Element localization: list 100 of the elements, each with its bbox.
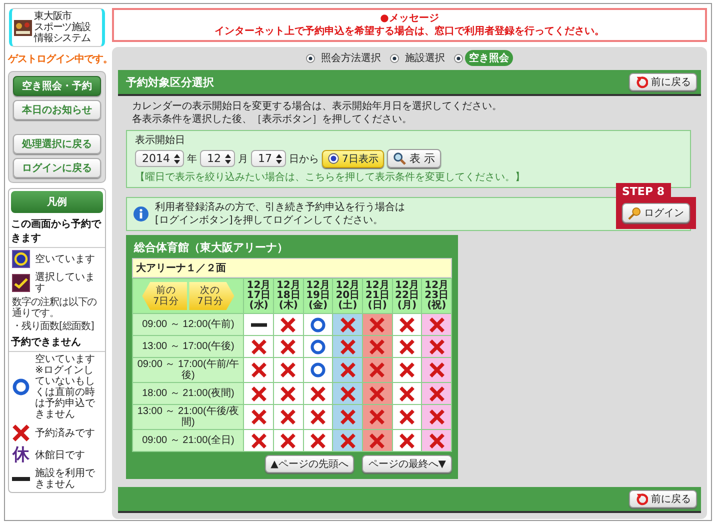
back-button[interactable]: 前に戻る [629,490,697,508]
guest-status: ゲストログイン中です。 [8,52,106,66]
legend-label: 予約済みです [35,428,95,438]
legend-title: 凡例 [11,191,103,213]
cross-icon [428,316,445,332]
room-label: 大アリーナ１／２面 [132,258,452,278]
login-button[interactable]: ログイン [622,203,690,223]
date-header: 12月 22日 (月) [392,278,422,314]
step-badge: STEP 8 [616,183,670,200]
cross-icon [340,316,356,332]
info-icon [133,206,149,222]
filter-link[interactable]: 【曜日で表示を絞り込みたい場合は、こちらを押して表示条件を変更してください。】 [135,170,682,184]
cross-icon [280,316,296,332]
selected-icon [12,274,30,292]
step-label: 施設選択 [404,52,446,66]
legend-label: 選択しています [35,272,96,294]
instruction-text: カレンダーの表示開始日を変更する場合は、表示開始年月日を選択してください。 [132,100,503,113]
cross-icon [340,338,356,354]
logo-text: 東大阪市 スポーツ施設 情報システム [34,11,90,44]
legend-note: 数字の注釈は以下の通りです。 [11,296,98,320]
legend-label: 空いています ※ログインしていないもしくは直前の時は予約申込できません [35,354,96,420]
cross-icon [428,432,445,448]
logo-icon [14,20,32,36]
page-bottom-button[interactable]: ページの最終へ▼ [362,455,452,473]
cross-icon [340,362,356,378]
cross-icon [428,386,445,402]
unit-label: 日から [289,152,319,166]
day-select[interactable]: 17 [251,150,286,167]
cross-icon [398,338,415,354]
dash-icon [250,322,267,326]
return-arrow-icon [635,492,648,506]
next-week-button[interactable]: 次の 7日分 [189,282,234,310]
cross-icon [340,409,356,425]
date-header: 12月 21日 (日) [362,278,392,314]
time-slot-label: 13:00 ～ 17:00(午後) [132,336,244,358]
cross-icon [369,432,386,448]
cross-icon [250,432,267,448]
notice-text: 利用者登録済みの方で、引き続き予約申込を行う場合は [ログインボタン]を押してログインしてください。 [155,201,406,227]
step-label: 空き照会 [465,50,513,66]
cross-icon [340,432,356,448]
step-label: 照会方法選択 [320,52,382,66]
cross-icon [369,362,386,378]
cross-icon [250,386,267,402]
time-slot-label: 18:00 ～ 21:00(夜間) [132,382,244,404]
month-select[interactable]: 12 [200,150,235,167]
cross-icon [280,338,296,354]
spinner-icon [225,154,231,164]
radio-icon [328,153,339,164]
bullet-icon [306,54,315,62]
availability-cell[interactable] [303,358,333,382]
time-slot-label: 09:00 ～ 12:00(午前) [132,314,244,336]
cross-icon [310,432,326,448]
page-top-button[interactable]: ▲ページの先頭へ [264,455,354,473]
cross-icon [369,409,386,425]
cross-icon [428,409,445,425]
cross-icon [369,338,386,354]
legend-note: ・残り面数[総面数] [11,320,95,333]
return-arrow-icon [635,76,648,88]
cross-icon [398,432,415,448]
cross-icon [280,386,296,402]
instruction-text: 各表示条件を選択した後、［表示ボタン］を押してください。 [132,113,413,126]
cross-icon [369,316,386,332]
facility-title: 総合体育館（東大阪アリーナ） [132,240,289,256]
availability-cell[interactable] [303,314,333,336]
cross-icon [250,362,267,378]
cross-icon [340,386,356,402]
cross-icon [398,362,415,378]
nav-button[interactable]: ログインに戻る [13,158,101,178]
closed-symbol: 休 [12,446,30,464]
dash-icon [12,477,30,481]
circle-icon [310,362,326,378]
date-header: 12月 17日 (水) [244,278,274,314]
show-button[interactable]: 表 示 [387,149,441,168]
time-slot-label: 09:00 ～ 17:00(午前/午後) [132,358,244,382]
circle-icon [310,316,326,332]
nav-button[interactable]: 空き照会・予約 [13,76,101,96]
cross-icon [250,409,267,425]
section-title: 予約対象区分選択 [126,74,214,90]
nav-button[interactable]: 本日のお知らせ [13,100,101,120]
cross-icon [398,316,415,332]
key-icon [628,206,641,220]
time-slot-label: 13:00 ～ 21:00(午後/夜間) [132,404,244,430]
year-select[interactable]: 2014 [135,150,184,167]
cross-icon [398,409,415,425]
bullet-icon [390,54,399,62]
previous-week-button[interactable]: 前の 7日分 [142,282,188,310]
circle-icon [310,338,326,354]
bullet-icon [454,54,463,62]
seven-day-button[interactable]: 7日表示 [322,150,384,168]
availability-cell[interactable] [303,336,333,358]
nav-button[interactable]: 処理選択に戻る [13,134,101,154]
cross-icon [428,338,445,354]
back-button[interactable]: 前に戻る [629,73,697,91]
spinner-icon [174,154,180,164]
vacant-icon [12,250,30,268]
legend-heading: この画面から予約できます [9,215,105,248]
legend-label: 休館日です [35,450,85,460]
spinner-icon [276,154,282,164]
cross-icon [280,409,296,425]
unit-label: 年 [187,152,197,166]
